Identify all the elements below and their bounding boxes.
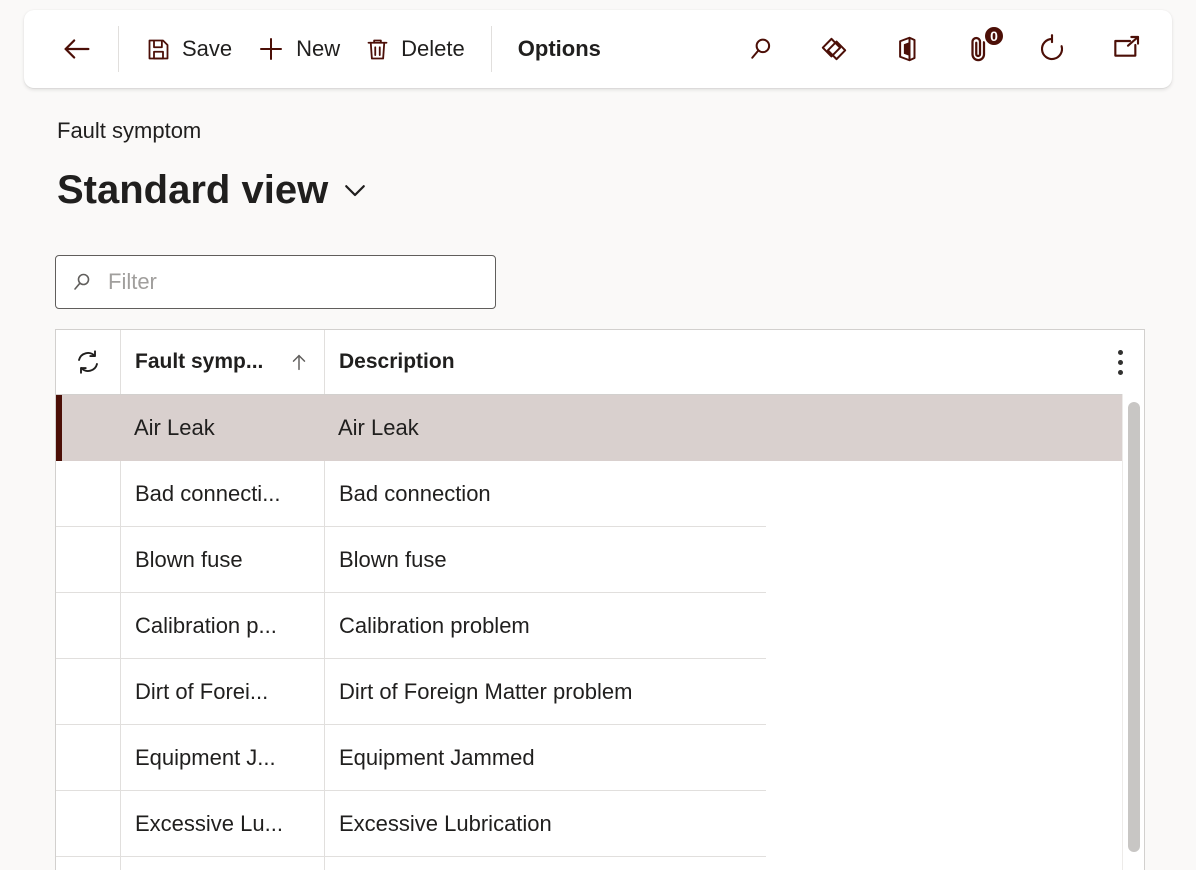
row-select-cell[interactable] bbox=[56, 659, 121, 725]
attachments-button[interactable]: 0 bbox=[954, 25, 1005, 73]
column-header-description[interactable]: Description bbox=[325, 330, 1096, 394]
cell-description: Air Leak bbox=[338, 415, 419, 440]
row-select-cell[interactable] bbox=[56, 725, 121, 791]
table-row[interactable]: Equipment J... Equipment Jammed bbox=[56, 725, 1144, 791]
cell-fault-symptom: Bad connecti... bbox=[121, 461, 325, 527]
grid-vertical-scrollbar[interactable] bbox=[1122, 394, 1144, 870]
page-title: Standard view bbox=[57, 168, 329, 212]
row-select-cell[interactable] bbox=[56, 461, 121, 527]
new-button-label: New bbox=[296, 36, 341, 61]
row-select-cell[interactable] bbox=[56, 593, 121, 659]
table-row[interactable]: Calibration p... Calibration problem bbox=[56, 593, 1144, 659]
grid-scrollbar-thumb[interactable] bbox=[1128, 402, 1140, 852]
table-row[interactable]: Blown fuse Blown fuse bbox=[56, 527, 1144, 593]
command-bar: Save New Delete Options 0 bbox=[24, 10, 1172, 88]
office-button[interactable] bbox=[882, 25, 932, 73]
save-button[interactable]: Save bbox=[133, 25, 244, 73]
search-button[interactable] bbox=[736, 25, 786, 73]
diamond-icon bbox=[818, 33, 850, 65]
refresh-icon bbox=[73, 347, 103, 377]
data-grid: Fault symp... Description Air Leak Air L… bbox=[55, 329, 1145, 870]
row-select-cell[interactable] bbox=[56, 791, 121, 857]
grid-body: Air Leak Air Leak Bad connecti... Bad co… bbox=[56, 395, 1144, 870]
chevron-down-icon[interactable] bbox=[340, 175, 370, 205]
row-selection-indicator bbox=[56, 395, 62, 461]
open-in-new-icon bbox=[1110, 33, 1142, 65]
column-header-label: Fault symp... bbox=[135, 350, 264, 373]
table-row[interactable]: Air Leak Air Leak bbox=[56, 395, 1144, 461]
cell-fault-symptom: Air Leak bbox=[134, 415, 215, 440]
cell-fault-symptom: Blown fuse bbox=[121, 527, 325, 593]
refresh-button[interactable] bbox=[1026, 25, 1078, 73]
column-header-label: Description bbox=[339, 350, 455, 373]
cell-description: Equipment Jammed bbox=[339, 745, 535, 770]
plus-icon bbox=[256, 34, 286, 64]
toolbar-divider-2 bbox=[490, 26, 492, 72]
delete-button[interactable]: Delete bbox=[352, 25, 477, 73]
column-header-fault-symptom[interactable]: Fault symp... bbox=[121, 330, 325, 394]
options-button[interactable]: Options bbox=[506, 25, 613, 73]
more-vertical-icon bbox=[1117, 349, 1123, 375]
row-select-cell[interactable] bbox=[56, 857, 121, 870]
save-button-label: Save bbox=[182, 36, 233, 61]
cell-description: Bad connection bbox=[339, 481, 491, 506]
cell-fault-symptom: Calibration p... bbox=[121, 593, 325, 659]
toolbar-divider-1 bbox=[118, 26, 119, 72]
row-select-cell[interactable] bbox=[56, 395, 120, 461]
table-row[interactable]: Dirt of Forei... Dirt of Foreign Matter … bbox=[56, 659, 1144, 725]
grid-header-row: Fault symp... Description bbox=[56, 330, 1144, 395]
arrow-up-icon bbox=[288, 351, 310, 373]
office-icon bbox=[892, 34, 922, 64]
search-icon bbox=[746, 34, 776, 64]
filter-box[interactable] bbox=[55, 255, 496, 309]
cell-fault-symptom: Excessive Lu... bbox=[121, 791, 325, 857]
cell-description: Excessive Lubrication bbox=[339, 811, 552, 836]
cell-fault-symptom: Equipment J... bbox=[121, 725, 325, 791]
table-row[interactable]: Excessive Lu... Excessive Lubrication bbox=[56, 791, 1144, 857]
filter-input[interactable] bbox=[106, 268, 481, 296]
trash-icon bbox=[364, 36, 391, 63]
search-icon bbox=[70, 270, 94, 294]
toolbar-right-icons: 0 bbox=[736, 25, 1152, 73]
cell-description: Dirt of Foreign Matter problem bbox=[339, 679, 633, 704]
cell-description bbox=[325, 857, 1144, 870]
grid-refresh-button[interactable] bbox=[56, 330, 121, 394]
cell-description: Blown fuse bbox=[339, 547, 447, 572]
save-icon bbox=[145, 36, 172, 63]
options-button-label: Options bbox=[517, 36, 601, 61]
cell-description: Calibration problem bbox=[339, 613, 530, 638]
cell-fault-symptom bbox=[121, 857, 325, 870]
row-select-cell[interactable] bbox=[56, 527, 121, 593]
back-button[interactable] bbox=[50, 25, 104, 73]
view-selector[interactable]: Standard view bbox=[57, 168, 370, 212]
table-row[interactable]: Bad connecti... Bad connection bbox=[56, 461, 1144, 527]
open-in-new-button[interactable] bbox=[1100, 25, 1152, 73]
cell-fault-symptom: Dirt of Forei... bbox=[121, 659, 325, 725]
table-row[interactable] bbox=[56, 857, 1144, 870]
breadcrumb: Fault symptom bbox=[57, 118, 202, 143]
power-apps-button[interactable] bbox=[808, 25, 860, 73]
grid-more-options-button[interactable] bbox=[1096, 330, 1144, 394]
back-arrow-icon bbox=[60, 32, 94, 66]
delete-button-label: Delete bbox=[401, 36, 465, 61]
paperclip-icon: 0 bbox=[964, 25, 1005, 64]
attachments-count-badge: 0 bbox=[983, 25, 1005, 47]
new-button[interactable]: New bbox=[244, 25, 352, 73]
refresh-icon bbox=[1036, 33, 1068, 65]
